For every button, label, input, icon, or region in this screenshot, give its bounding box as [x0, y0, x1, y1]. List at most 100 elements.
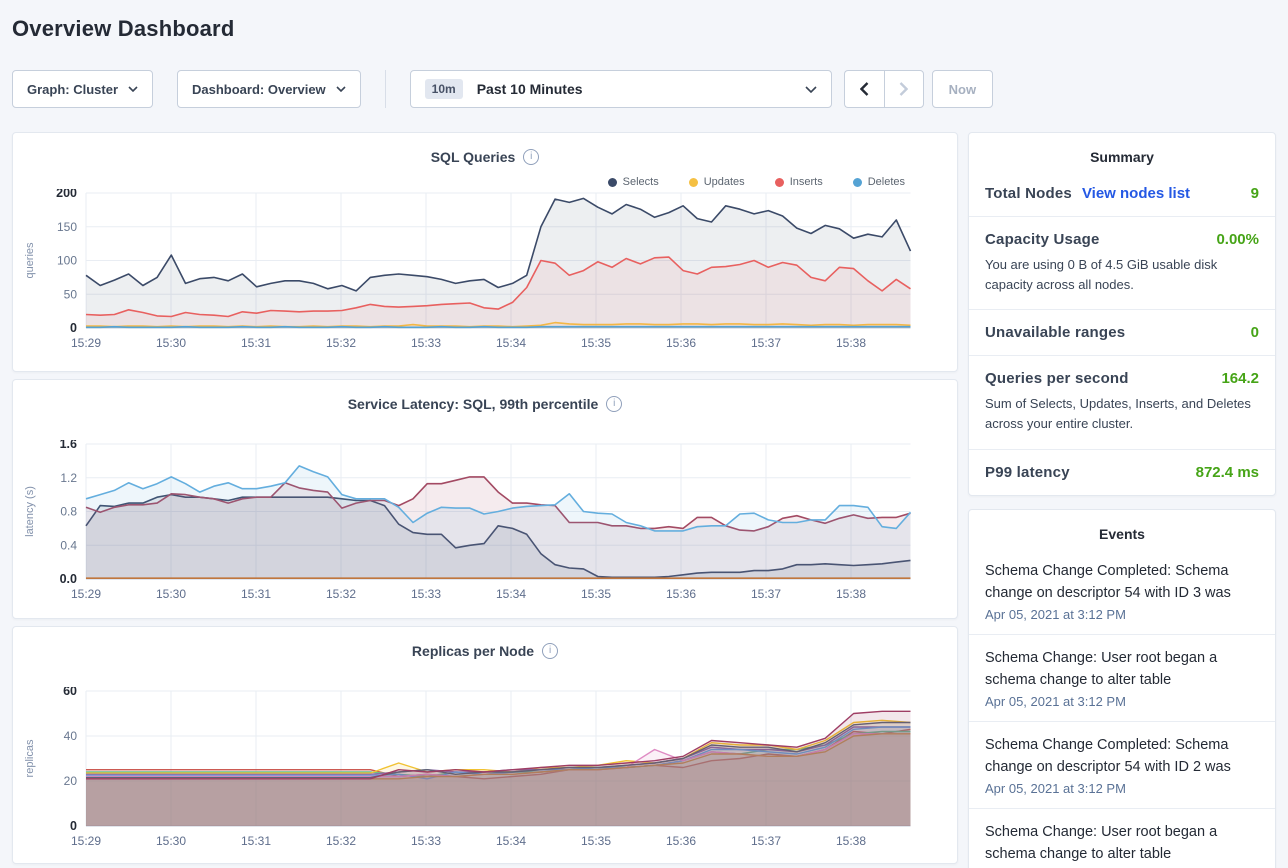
chart-title: Replicas per Node [412, 643, 534, 659]
dashboard-dropdown-label: Dashboard: Overview [192, 82, 326, 97]
summary-row-capacity-usage: Capacity Usage 0.00% You are using 0 B of … [969, 216, 1275, 309]
replicas-per-node-chart[interactable]: 020406015:2915:3015:3115:3215:3315:3415:… [13, 687, 958, 861]
chevron-down-icon [128, 86, 138, 92]
summary-row-total-nodes: Total NodesView nodes list9 [969, 171, 1275, 216]
toolbar-divider [385, 70, 386, 108]
info-icon[interactable]: i [606, 396, 622, 412]
summary-description: Sum of Selects, Updates, Inserts, and De… [985, 394, 1259, 434]
event-timestamp: Apr 05, 2021 at 3:12 PM [985, 694, 1259, 709]
x-tick-label: 15:30 [156, 336, 186, 350]
x-tick-label: 15:35 [581, 834, 611, 848]
x-tick-label: 15:37 [751, 587, 781, 601]
x-tick-label: 15:34 [496, 834, 526, 848]
event-timestamp: Apr 05, 2021 at 3:12 PM [985, 607, 1259, 622]
y-tick-label: 0.0 [60, 572, 77, 586]
legend-dot [775, 178, 784, 187]
sql-queries-chart[interactable]: 05010015020015:2915:3015:3115:3215:3315:… [13, 189, 958, 363]
sql-queries-chart-card: SQL Queries i SelectsUpdatesInsertsDelet… [12, 132, 958, 372]
y-tick-label: 100 [57, 254, 77, 268]
legend-item-inserts: Inserts [775, 175, 823, 189]
chevron-right-icon [899, 82, 908, 96]
x-tick-label: 15:36 [666, 834, 696, 848]
x-tick-label: 15:33 [411, 336, 441, 350]
summary-value: 0 [1251, 324, 1259, 341]
legend-dot [689, 178, 698, 187]
summary-label: Queries per second [985, 370, 1129, 387]
chart-title: SQL Queries [431, 149, 516, 165]
x-tick-label: 15:38 [836, 587, 866, 601]
time-range-badge: 10m [425, 79, 463, 99]
overview-dashboard-page: Overview Dashboard Graph: Cluster Dashbo… [0, 0, 1288, 868]
event-timestamp: Apr 05, 2021 at 3:12 PM [985, 781, 1259, 796]
event-item[interactable]: Schema Change Completed: Schema change o… [969, 548, 1275, 634]
legend-item-selects: Selects [608, 175, 659, 189]
y-tick-label: 150 [57, 220, 77, 234]
sidebar: Summary Total NodesView nodes list9Capac… [968, 132, 1276, 868]
y-axis-label: queries [24, 242, 36, 279]
time-nav-group [844, 70, 924, 108]
time-range-label: Past 10 Minutes [477, 81, 583, 97]
y-tick-label: 60 [63, 687, 77, 698]
summary-value: 164.2 [1221, 370, 1259, 387]
x-tick-label: 15:35 [581, 587, 611, 601]
view-nodes-list-link[interactable]: View nodes list [1082, 185, 1190, 202]
info-icon[interactable]: i [523, 149, 539, 165]
y-tick-label: 0 [70, 321, 77, 335]
info-icon[interactable]: i [542, 643, 558, 659]
dashboard-dropdown[interactable]: Dashboard: Overview [177, 70, 361, 108]
event-text: Schema Change: User root began a schema … [985, 647, 1259, 691]
chevron-left-icon [860, 82, 869, 96]
summary-row-unavailable-ranges: Unavailable ranges0 [969, 309, 1275, 355]
graph-dropdown-label: Graph: Cluster [27, 82, 118, 97]
page-title: Overview Dashboard [12, 0, 1276, 42]
replicas-per-node-chart-card: Replicas per Node i 020406015:2915:3015:… [12, 626, 958, 864]
summary-panel: Summary Total NodesView nodes list9Capac… [968, 132, 1276, 496]
x-tick-label: 15:32 [326, 587, 356, 601]
legend-label: Selects [623, 176, 659, 188]
event-item[interactable]: Schema Change: User root began a schema … [969, 634, 1275, 721]
time-range-picker[interactable]: 10m Past 10 Minutes [410, 70, 832, 108]
service-latency-chart-card: Service Latency: SQL, 99th percentile i … [12, 379, 958, 619]
event-text: Schema Change Completed: Schema change o… [985, 734, 1259, 778]
time-prev-button[interactable] [844, 70, 884, 108]
chevron-down-icon [805, 86, 817, 93]
graph-dropdown[interactable]: Graph: Cluster [12, 70, 153, 108]
y-tick-label: 20 [64, 774, 78, 788]
summary-row-p99-latency: P99 latency872.4 ms [969, 449, 1275, 495]
y-tick-label: 40 [64, 729, 78, 743]
y-axis-label: latency (s) [24, 486, 36, 537]
y-tick-label: 1.2 [60, 471, 77, 485]
x-tick-label: 15:36 [666, 587, 696, 601]
summary-value: 0.00% [1216, 231, 1259, 248]
legend-label: Updates [704, 176, 745, 188]
summary-title: Summary [969, 133, 1275, 171]
summary-description: You are using 0 B of 4.5 GiB usable disk… [985, 255, 1259, 295]
x-tick-label: 15:31 [241, 336, 271, 350]
event-item[interactable]: Schema Change Completed: Schema change o… [969, 721, 1275, 808]
event-item[interactable]: Schema Change: User root began a schema … [969, 808, 1275, 868]
summary-row-queries-per-second: Queries per second 164.2 Sum of Selects, U… [969, 355, 1275, 448]
event-text: Schema Change Completed: Schema change o… [985, 560, 1259, 604]
charts-column: SQL Queries i SelectsUpdatesInsertsDelet… [12, 132, 958, 868]
x-tick-label: 15:29 [71, 834, 101, 848]
summary-label: Capacity Usage [985, 231, 1100, 248]
chart-legend: SelectsUpdatesInsertsDeletes [13, 175, 905, 189]
series-line-deletes [86, 327, 911, 328]
time-next-button[interactable] [884, 70, 924, 108]
summary-value: 9 [1251, 185, 1259, 202]
y-tick-label: 50 [64, 287, 78, 301]
toolbar: Graph: Cluster Dashboard: Overview 10m P… [12, 70, 1276, 108]
service-latency-chart[interactable]: 0.00.40.81.21.615:2915:3015:3115:3215:33… [13, 440, 958, 614]
x-tick-label: 15:38 [836, 834, 866, 848]
y-tick-label: 0.8 [60, 505, 77, 519]
legend-label: Inserts [790, 176, 823, 188]
legend-dot [608, 178, 617, 187]
dashboard-content: SQL Queries i SelectsUpdatesInsertsDelet… [12, 132, 1276, 868]
x-tick-label: 15:33 [411, 587, 441, 601]
legend-item-updates: Updates [689, 175, 745, 189]
x-tick-label: 15:36 [666, 336, 696, 350]
now-button[interactable]: Now [932, 70, 993, 108]
summary-rows: Total NodesView nodes list9Capacity Usag… [969, 171, 1275, 495]
x-tick-label: 15:30 [156, 834, 186, 848]
x-tick-label: 15:29 [71, 587, 101, 601]
